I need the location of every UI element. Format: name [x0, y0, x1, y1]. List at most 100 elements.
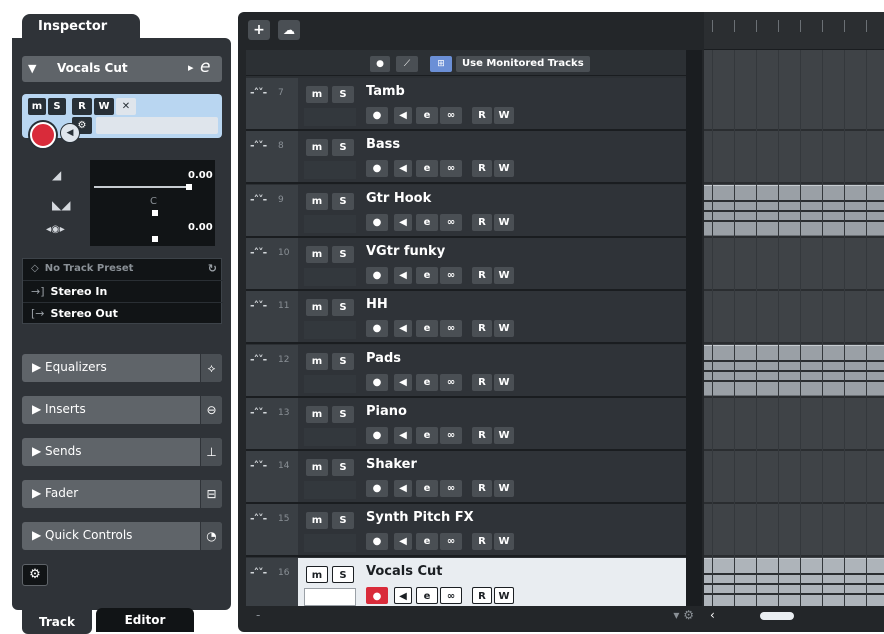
- inspector-settings-gear-icon[interactable]: ⚙: [22, 564, 48, 586]
- edit-instrument-icon[interactable]: e: [200, 57, 210, 77]
- track-edit-instrument-icon[interactable]: e: [416, 427, 438, 444]
- track-solo-button[interactable]: S: [332, 299, 354, 316]
- sends-icon[interactable]: ⊥: [200, 438, 222, 466]
- track-link-icon[interactable]: ∞: [440, 533, 462, 550]
- scroll-left-icon[interactable]: ‹: [710, 608, 715, 622]
- track-link-icon[interactable]: ∞: [440, 107, 462, 124]
- track-row[interactable]: -˄˅- 11 m S HH ● ◀ e ∞ R W: [246, 291, 686, 344]
- global-record-icon[interactable]: ●: [370, 56, 390, 72]
- fader-icon[interactable]: ⊟: [200, 480, 222, 508]
- add-track-button[interactable]: +: [248, 20, 270, 40]
- eq-icon[interactable]: ⟡: [200, 354, 222, 382]
- track-monitor-icon[interactable]: ◀: [394, 374, 412, 391]
- track-edit-instrument-icon[interactable]: e: [416, 214, 438, 231]
- track-write-button[interactable]: W: [494, 587, 514, 604]
- track-row[interactable]: -˄˅- 15 m S Synth Pitch FX ● ◀ e ∞ R W: [246, 504, 686, 557]
- track-monitor-icon[interactable]: ◀: [394, 480, 412, 497]
- track-row[interactable]: -˄˅- 9 m S Gtr Hook ● ◀ e ∞ R W: [246, 185, 686, 238]
- track-record-enable-icon[interactable]: ●: [366, 427, 388, 444]
- quick-controls-icon[interactable]: ◔: [200, 522, 222, 550]
- track-solo-button[interactable]: S: [332, 512, 354, 529]
- track-read-button[interactable]: R: [472, 374, 492, 391]
- track-record-enable-icon[interactable]: ●: [366, 587, 388, 604]
- track-solo-button[interactable]: S: [332, 406, 354, 423]
- track-write-button[interactable]: W: [494, 427, 514, 444]
- track-solo-button[interactable]: S: [332, 139, 354, 156]
- track-link-icon[interactable]: ∞: [440, 374, 462, 391]
- track-edit-instrument-icon[interactable]: e: [416, 374, 438, 391]
- track-solo-button[interactable]: S: [332, 459, 354, 476]
- timeline-ruler[interactable]: [704, 12, 884, 50]
- track-monitor-icon[interactable]: ◀: [394, 267, 412, 284]
- track-read-button[interactable]: R: [472, 427, 492, 444]
- track-mute-button[interactable]: m: [306, 512, 328, 529]
- global-automation-icon[interactable]: ⟋: [396, 56, 418, 72]
- track-record-enable-icon[interactable]: ●: [366, 107, 388, 124]
- read-button[interactable]: R: [72, 98, 92, 115]
- record-enable-button[interactable]: [30, 122, 56, 148]
- audio-event[interactable]: [704, 185, 884, 236]
- track-mute-button[interactable]: m: [306, 246, 328, 263]
- channel-controls[interactable]: 0.00 C 0.00: [90, 160, 215, 246]
- track-row[interactable]: -˄˅- 8 m S Bass ● ◀ e ∞ R W: [246, 131, 686, 184]
- track-monitor-icon[interactable]: ◀: [394, 533, 412, 550]
- track-edit-instrument-icon[interactable]: e: [416, 107, 438, 124]
- pan-slider-handle[interactable]: [152, 210, 158, 216]
- scroll-thumb[interactable]: [760, 612, 794, 620]
- track-mute-button[interactable]: m: [306, 406, 328, 423]
- track-record-enable-icon[interactable]: ●: [366, 320, 388, 337]
- volume-slider[interactable]: [94, 186, 190, 188]
- track-write-button[interactable]: W: [494, 480, 514, 497]
- collapse-triangle-icon[interactable]: ▼: [28, 62, 36, 75]
- tab-track[interactable]: Track: [22, 610, 92, 634]
- track-link-icon[interactable]: ∞: [440, 160, 462, 177]
- track-row[interactable]: -˄˅- 16 m S Vocals Cut ● ◀ e ∞ R W: [246, 558, 686, 611]
- track-solo-button[interactable]: S: [332, 246, 354, 263]
- track-solo-button[interactable]: S: [332, 353, 354, 370]
- track-write-button[interactable]: W: [494, 160, 514, 177]
- output-routing-field[interactable]: [→ Stereo Out: [23, 303, 223, 325]
- track-row[interactable]: -˄˅- 10 m S VGtr funky ● ◀ e ∞ R W: [246, 238, 686, 291]
- track-read-button[interactable]: R: [472, 587, 492, 604]
- section-inserts[interactable]: ▶ Inserts ⊖: [22, 396, 222, 424]
- track-mute-button[interactable]: m: [306, 86, 328, 103]
- track-record-enable-icon[interactable]: ●: [366, 374, 388, 391]
- track-row[interactable]: -˄˅- 13 m S Piano ● ◀ e ∞ R W: [246, 398, 686, 451]
- track-edit-instrument-icon[interactable]: e: [416, 480, 438, 497]
- track-row[interactable]: -˄˅- 12 m S Pads ● ◀ e ∞ R W: [246, 345, 686, 398]
- track-write-button[interactable]: W: [494, 267, 514, 284]
- track-mute-button[interactable]: m: [306, 193, 328, 210]
- track-link-icon[interactable]: ∞: [440, 267, 462, 284]
- track-link-icon[interactable]: ∞: [440, 427, 462, 444]
- section-sends[interactable]: ▶ Sends ⊥: [22, 438, 222, 466]
- tab-editor[interactable]: Editor: [96, 608, 194, 632]
- track-arrow-icon[interactable]: ▸: [188, 61, 194, 74]
- track-link-icon[interactable]: ∞: [440, 214, 462, 231]
- track-edit-instrument-icon[interactable]: e: [416, 320, 438, 337]
- track-record-enable-icon[interactable]: ●: [366, 160, 388, 177]
- track-record-enable-icon[interactable]: ●: [366, 533, 388, 550]
- track-solo-button[interactable]: S: [332, 566, 354, 583]
- monitored-tracks-icon[interactable]: ⊞: [430, 56, 452, 72]
- volume-slider-handle[interactable]: [186, 184, 192, 190]
- use-monitored-tracks-button[interactable]: Use Monitored Tracks: [456, 56, 590, 72]
- track-record-enable-icon[interactable]: ●: [366, 267, 388, 284]
- track-monitor-icon[interactable]: ◀: [394, 320, 412, 337]
- track-mute-button[interactable]: m: [306, 566, 328, 583]
- track-preset-field[interactable]: ◇ No Track Preset ↻: [23, 259, 223, 281]
- automation-close-icon[interactable]: ✕: [116, 98, 136, 115]
- section-fader[interactable]: ▶ Fader ⊟: [22, 480, 222, 508]
- track-read-button[interactable]: R: [472, 320, 492, 337]
- zoom-out-icon[interactable]: -: [256, 608, 260, 622]
- track-mute-button[interactable]: m: [306, 353, 328, 370]
- track-monitor-icon[interactable]: ◀: [394, 107, 412, 124]
- track-write-button[interactable]: W: [494, 214, 514, 231]
- track-read-button[interactable]: R: [472, 267, 492, 284]
- inspector-track-header[interactable]: ▼ Vocals Cut ▸ e: [22, 56, 222, 82]
- track-monitor-icon[interactable]: ◀: [394, 214, 412, 231]
- input-routing-field[interactable]: →] Stereo In: [23, 281, 223, 303]
- project-event-display[interactable]: [704, 12, 884, 606]
- track-row[interactable]: -˄˅- 7 m S Tamb ● ◀ e ∞ R W: [246, 78, 686, 131]
- track-mute-button[interactable]: m: [306, 299, 328, 316]
- inserts-icon[interactable]: ⊖: [200, 396, 222, 424]
